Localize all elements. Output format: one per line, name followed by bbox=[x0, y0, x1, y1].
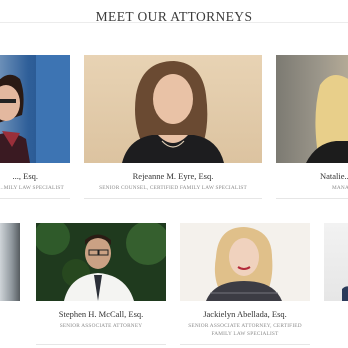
attorney-card[interactable] bbox=[0, 223, 20, 301]
attorney-portrait-icon bbox=[342, 286, 348, 301]
card-divider bbox=[0, 198, 70, 199]
attorney-role: SENIOR ASSOCIATE ATTORNEY bbox=[59, 323, 143, 329]
card-divider bbox=[276, 198, 348, 199]
attorney-card[interactable]: Jackielyn Abellada, Esq. SENIOR ASSOCIAT… bbox=[180, 223, 310, 348]
attorney-name[interactable]: Natalie... bbox=[320, 171, 348, 181]
attorney-portrait-icon bbox=[306, 75, 348, 163]
attorney-photo[interactable] bbox=[84, 55, 262, 163]
card-divider bbox=[36, 344, 166, 345]
attorney-card[interactable] bbox=[324, 223, 348, 301]
attorney-photo[interactable] bbox=[0, 55, 70, 163]
attorney-role: FAMILY LAW SPECIALIST bbox=[211, 331, 279, 337]
attorney-photo[interactable] bbox=[324, 223, 348, 301]
attorney-portrait-icon bbox=[36, 223, 166, 301]
attorney-name[interactable]: Stephen H. McCall, Esq. bbox=[36, 309, 166, 319]
attorney-name[interactable]: Rejeanne M. Eyre, Esq. bbox=[84, 171, 262, 181]
attorney-portrait-icon bbox=[0, 55, 70, 163]
attorney-portrait-icon bbox=[206, 227, 282, 301]
attorney-card[interactable]: ..., Esq. ...MILY LAW SPECIALIST bbox=[0, 55, 70, 200]
attorney-role: ...MILY LAW SPECIALIST bbox=[0, 185, 64, 191]
attorney-name[interactable]: Jackielyn Abellada, Esq. bbox=[180, 309, 310, 319]
attorney-photo[interactable] bbox=[180, 223, 310, 301]
attorney-card[interactable]: Rejeanne M. Eyre, Esq. SENIOR COUNSEL, C… bbox=[84, 55, 262, 200]
section-title: MEET OUR ATTORNEYS bbox=[95, 9, 253, 24]
attorney-portrait-icon bbox=[122, 61, 224, 163]
attorney-name[interactable]: ..., Esq. bbox=[0, 171, 39, 181]
attorney-photo[interactable] bbox=[36, 223, 166, 301]
attorney-card[interactable]: Stephen H. McCall, Esq. SENIOR ASSOCIATE… bbox=[36, 223, 166, 348]
attorney-photo[interactable] bbox=[0, 223, 20, 301]
attorney-role: MANA... bbox=[332, 185, 348, 191]
attorney-role: SENIOR COUNSEL, CERTIFIED FAMILY LAW SPE… bbox=[99, 185, 247, 191]
attorney-card[interactable]: Natalie... MANA... bbox=[276, 55, 348, 200]
card-divider bbox=[84, 198, 262, 199]
card-divider bbox=[180, 344, 310, 345]
attorney-role: SENIOR ASSOCIATE ATTORNEY, CERTIFIED bbox=[188, 323, 302, 329]
attorney-photo[interactable] bbox=[276, 55, 348, 163]
